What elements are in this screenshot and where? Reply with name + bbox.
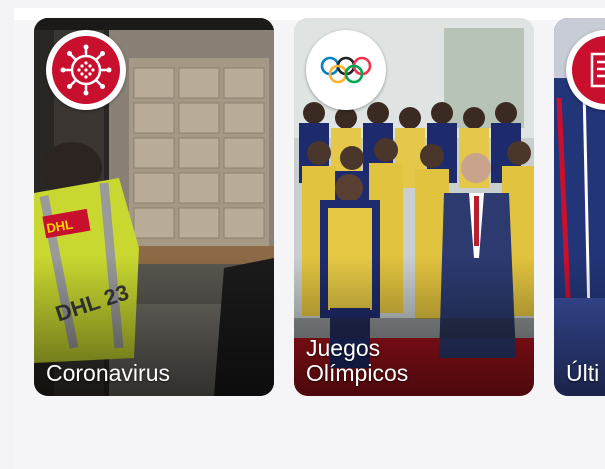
- card-badge: [566, 30, 605, 110]
- card-badge: [306, 30, 386, 110]
- olympic-rings-icon: [312, 36, 380, 104]
- topic-card-coronavirus[interactable]: DHL DHL 23: [34, 18, 274, 396]
- card-badge: [46, 30, 126, 110]
- newspaper-icon: [572, 36, 605, 104]
- topic-carousel: DHL DHL 23: [14, 8, 605, 469]
- card-title: Coronavirus: [46, 360, 170, 386]
- card-title: Últi noti: [566, 360, 605, 386]
- coronavirus-icon: [52, 36, 120, 104]
- topic-card-ultimas-noticias[interactable]: Últi noti: [554, 18, 605, 396]
- topic-card-juegos-olimpicos[interactable]: Juegos Olímpicos: [294, 18, 534, 396]
- topic-carousel-panel: DHL DHL 23: [14, 8, 605, 469]
- card-title: Juegos Olímpicos: [306, 335, 409, 386]
